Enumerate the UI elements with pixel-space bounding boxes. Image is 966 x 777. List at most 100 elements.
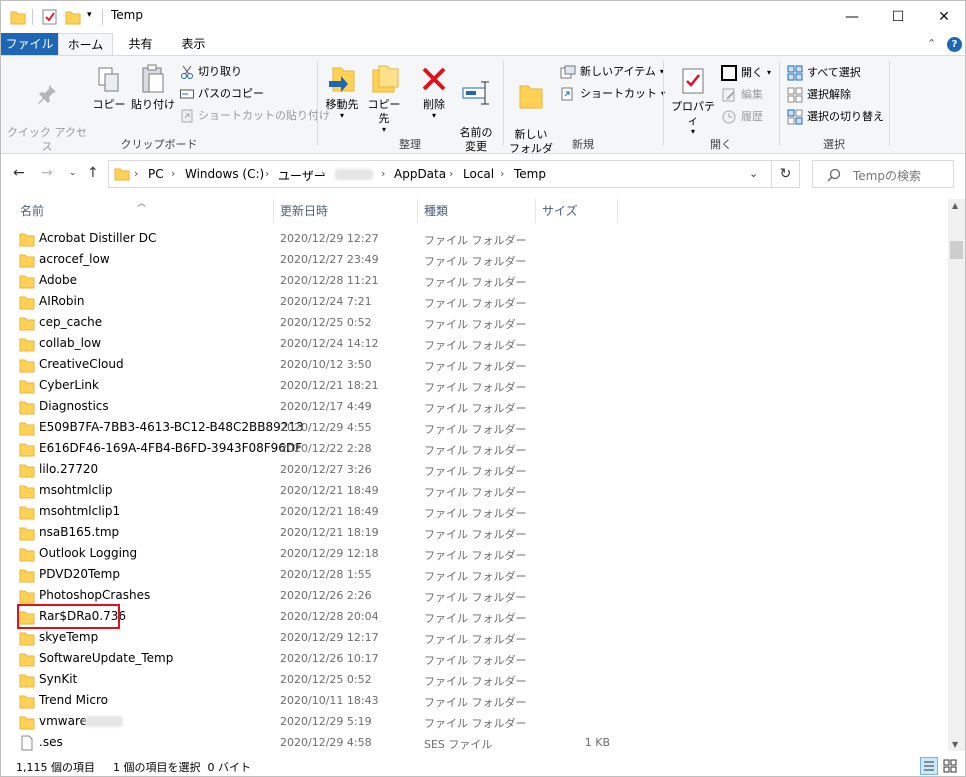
file-row[interactable]: Rar$DRa0.736 2020/12/28 20:04 ファイル フォルダー xyxy=(1,606,948,627)
pin-quick-access-button[interactable]: クイック アクセス にピン留めする xyxy=(5,68,89,168)
column-header-name[interactable]: 名前 xyxy=(14,199,274,223)
delete-button[interactable]: 削除 ▾ xyxy=(417,64,451,120)
file-row[interactable]: PDVD20Temp 2020/12/28 1:55 ファイル フォルダー xyxy=(1,564,948,585)
column-header-size[interactable]: サイズ xyxy=(536,199,618,223)
breadcrumb-separator-icon[interactable]: › xyxy=(500,167,504,180)
file-row[interactable]: SoftwareUpdate_Temp 2020/12/26 10:17 ファイル … xyxy=(1,648,948,669)
file-row[interactable]: Outlook Logging 2020/12/29 12:18 ファイル フォルダ… xyxy=(1,543,948,564)
file-modified: 2020/12/29 5:19 xyxy=(280,715,372,728)
breadcrumb-temp[interactable]: Temp xyxy=(514,167,546,181)
edit-button[interactable]: 編集 xyxy=(721,87,763,103)
file-modified: 2020/12/21 18:49 xyxy=(280,484,379,497)
file-row[interactable]: PhotoshopCrashes 2020/12/26 2:26 ファイル フォルダ… xyxy=(1,585,948,606)
invert-selection-button[interactable]: 選択の切り替え xyxy=(787,109,884,125)
file-row[interactable]: Acrobat Distiller DC 2020/12/29 12:27 ファイル… xyxy=(1,228,948,249)
tab-share[interactable]: 共有 xyxy=(118,33,163,55)
copy-to-button[interactable]: コピー先 ▾ xyxy=(363,64,405,134)
folder-icon xyxy=(19,296,35,310)
breadcrumb-windows-c[interactable]: Windows (C:) xyxy=(185,167,264,181)
history-button[interactable]: 履歴 xyxy=(721,109,763,125)
breadcrumb-users[interactable]: ユーザー xyxy=(278,167,326,184)
new-folder-qat-icon[interactable] xyxy=(65,8,81,26)
details-view-icon[interactable] xyxy=(920,757,938,775)
breadcrumb-username-redacted[interactable] xyxy=(335,167,373,181)
breadcrumb-separator-icon[interactable]: › xyxy=(265,167,269,180)
pin-icon xyxy=(38,85,56,104)
divider xyxy=(663,61,664,146)
column-header-modified[interactable]: 更新日時 xyxy=(274,199,418,223)
copy-path-button[interactable]: パスのコピー xyxy=(180,87,264,101)
scroll-down-arrow-icon[interactable]: ▼ xyxy=(952,740,958,749)
breadcrumb-pc[interactable]: PC xyxy=(148,167,164,181)
vertical-scrollbar[interactable]: ▲ ▼ xyxy=(948,199,965,751)
forward-arrow-icon[interactable]: → xyxy=(41,165,53,181)
tab-view[interactable]: 表示 xyxy=(171,33,216,55)
copy-button[interactable]: コピー xyxy=(91,66,127,112)
minimize-ribbon-icon[interactable]: ⌃ xyxy=(927,37,936,50)
breadcrumb-appdata[interactable]: AppData xyxy=(394,167,446,181)
file-row[interactable]: .ses 2020/12/29 4:58 SES ファイル 1 KB xyxy=(1,732,948,753)
recent-locations-chevron-icon[interactable]: ⌄ xyxy=(69,168,77,178)
file-row[interactable]: acrocef_low 2020/12/27 23:49 ファイル フォルダー xyxy=(1,249,948,270)
address-history-chevron-icon[interactable]: ⌄ xyxy=(749,167,758,180)
file-name: msohtmlclip1 xyxy=(39,504,121,518)
customize-qat-dropdown-icon[interactable]: ▾ xyxy=(87,10,92,28)
file-row[interactable]: SynKit 2020/12/25 0:52 ファイル フォルダー xyxy=(1,669,948,690)
minimize-button[interactable]: — xyxy=(829,1,875,33)
file-row[interactable]: nsaB165.tmp 2020/12/21 18:19 ファイル フォルダー xyxy=(1,522,948,543)
file-row[interactable]: msohtmlclip1 2020/12/21 18:49 ファイル フォルダー xyxy=(1,501,948,522)
file-type: ファイル フォルダー xyxy=(424,381,527,394)
address-bar[interactable]: › PC › Windows (C:) › ユーザー › › AppData ›… xyxy=(108,160,772,188)
file-row[interactable]: AIRobin 2020/12/24 7:21 ファイル フォルダー xyxy=(1,291,948,312)
file-row[interactable]: vmware- 2020/12/29 5:19 ファイル フォルダー xyxy=(1,711,948,732)
file-row[interactable]: CyberLink 2020/12/21 18:21 ファイル フォルダー xyxy=(1,375,948,396)
file-row[interactable]: Diagnostics 2020/12/17 4:49 ファイル フォルダー xyxy=(1,396,948,417)
file-name: AIRobin xyxy=(39,294,85,308)
paste-button[interactable]: 貼り付け xyxy=(131,64,175,112)
search-box[interactable]: Tempの検索 xyxy=(812,160,954,188)
open-button[interactable]: 開く ▾ xyxy=(721,65,771,81)
file-row[interactable]: lilo.27720 2020/12/27 3:26 ファイル フォルダー xyxy=(1,459,948,480)
breadcrumb-separator-icon[interactable]: › xyxy=(321,167,325,180)
up-arrow-icon[interactable]: ↑ xyxy=(87,165,99,181)
easy-access-button[interactable]: ショートカット ▾ xyxy=(560,87,665,101)
properties-button[interactable]: プロパティ ▾ xyxy=(668,66,718,136)
file-row[interactable]: E509B7FA-7BB3-4613-BC12-B48C2BB89213 2020… xyxy=(1,417,948,438)
paste-shortcut-button[interactable]: ショートカットの貼り付け xyxy=(180,109,330,123)
breadcrumb-separator-icon[interactable]: › xyxy=(381,167,385,180)
tab-file[interactable]: ファイル xyxy=(1,33,58,55)
maximize-button[interactable]: ☐ xyxy=(875,1,921,33)
select-none-button[interactable]: 選択解除 xyxy=(787,87,851,103)
file-modified: 2020/12/25 0:52 xyxy=(280,316,372,329)
file-row[interactable]: cep_cache 2020/12/25 0:52 ファイル フォルダー xyxy=(1,312,948,333)
column-header-type[interactable]: 種類 xyxy=(418,199,536,223)
scroll-up-arrow-icon[interactable]: ▲ xyxy=(952,201,958,210)
help-icon[interactable]: ? xyxy=(947,37,962,52)
breadcrumb-separator-icon[interactable]: › xyxy=(449,167,453,180)
divider xyxy=(32,9,33,25)
file-row[interactable]: Adobe 2020/12/28 11:21 ファイル フォルダー xyxy=(1,270,948,291)
back-arrow-icon[interactable]: ← xyxy=(13,165,25,181)
file-size: 1 KB xyxy=(584,736,610,749)
file-row[interactable]: CreativeCloud 2020/10/12 3:50 ファイル フォルダー xyxy=(1,354,948,375)
large-icons-view-icon[interactable] xyxy=(941,757,959,775)
file-type: ファイル フォルダー xyxy=(424,297,527,310)
refresh-icon[interactable]: ↻ xyxy=(772,160,800,188)
properties-qat-icon[interactable] xyxy=(42,8,58,26)
file-row[interactable]: skyeTemp 2020/12/29 12:17 ファイル フォルダー xyxy=(1,627,948,648)
close-button[interactable]: ✕ xyxy=(921,1,965,33)
scrollbar-thumb[interactable] xyxy=(950,241,963,259)
selection-status: 1 個の項目を選択 0 バイト xyxy=(113,761,251,774)
file-row[interactable]: E616DF46-169A-4FB4-B6FD-3943F08F96DF 2020… xyxy=(1,438,948,459)
file-row[interactable]: msohtmlclip 2020/12/21 18:49 ファイル フォルダー xyxy=(1,480,948,501)
breadcrumb-separator-icon[interactable]: › xyxy=(134,167,138,180)
select-all-button[interactable]: すべて選択 xyxy=(787,65,861,81)
breadcrumb-separator-icon[interactable]: › xyxy=(171,167,175,180)
tab-home[interactable]: ホーム xyxy=(58,33,113,55)
move-to-button[interactable]: 移動先 ▾ xyxy=(323,64,361,120)
cut-button[interactable]: 切り取り xyxy=(180,65,242,79)
new-item-button[interactable]: 新しいアイテム ▾ xyxy=(560,65,664,79)
file-row[interactable]: Trend Micro 2020/10/11 18:43 ファイル フォルダー xyxy=(1,690,948,711)
file-row[interactable]: collab_low 2020/12/24 14:12 ファイル フォルダー xyxy=(1,333,948,354)
breadcrumb-local[interactable]: Local xyxy=(463,167,494,181)
